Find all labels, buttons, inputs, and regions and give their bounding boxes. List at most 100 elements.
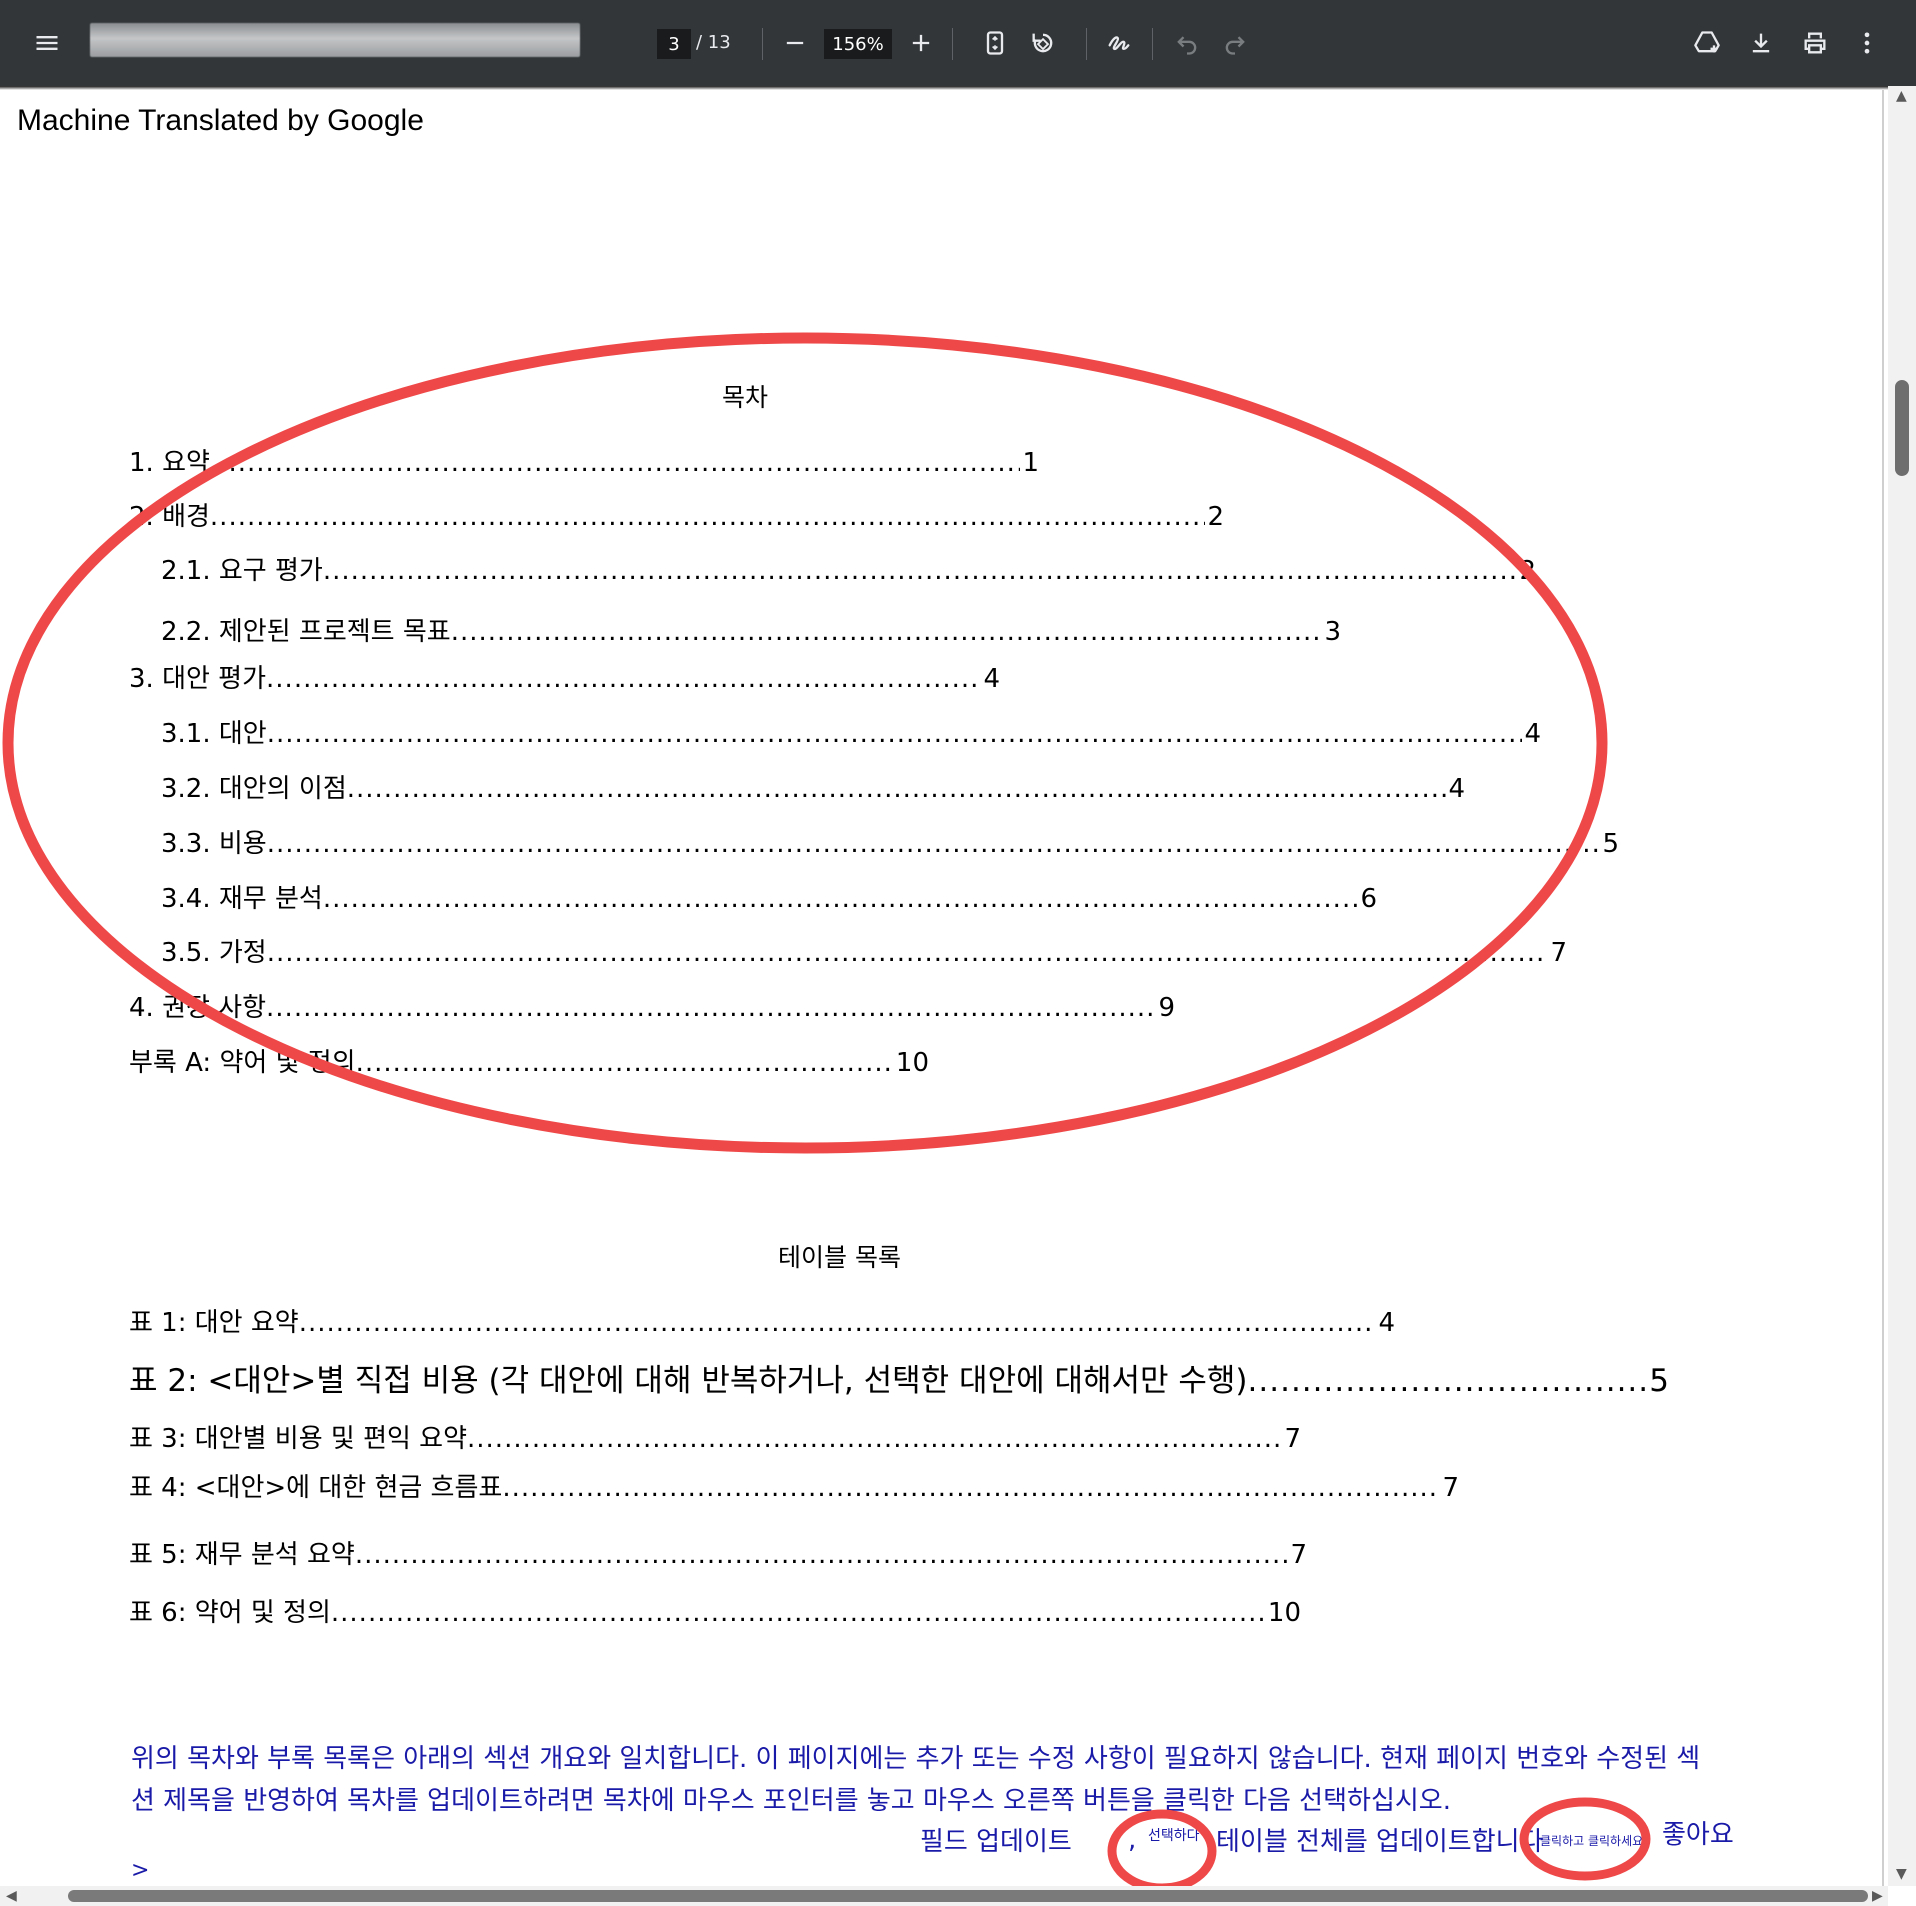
- toc-entry[interactable]: 3.5. 가정 7: [161, 932, 1567, 969]
- pen-icon[interactable]: [1098, 22, 1140, 64]
- toc-entry[interactable]: 2. 배경 2: [129, 496, 1224, 533]
- toc-entry-page: 7: [1550, 938, 1567, 968]
- toc-entry-label: 2.1. 요구 평가: [161, 556, 323, 586]
- table-entry-page: 5: [1649, 1363, 1669, 1399]
- ok-text: 좋아요: [1662, 1820, 1734, 1850]
- toc-entry[interactable]: 2.2. 제안된 프로젝트 목표 3: [161, 611, 1341, 648]
- toc-entry[interactable]: 3.2. 대안의 이점 4: [161, 768, 1465, 805]
- table-entry-page: 7: [1284, 1424, 1301, 1454]
- more-vert-icon[interactable]: [1846, 22, 1888, 64]
- toc-leader: [451, 617, 1323, 647]
- menu-icon[interactable]: [26, 22, 68, 64]
- toc-entry-label: 3.3. 비용: [161, 829, 267, 859]
- toc-entry-page: 10: [895, 1048, 929, 1078]
- toc-leader: [502, 1473, 1440, 1503]
- table-list-entry[interactable]: 표 3: 대안별 비용 및 편익 요약 7: [129, 1418, 1301, 1455]
- toc-entry[interactable]: 1. 요약 1: [129, 442, 1039, 479]
- rotate-icon[interactable]: [1022, 22, 1064, 64]
- toc-leader: [347, 774, 1447, 804]
- toc-entry-page: 6: [1360, 884, 1377, 914]
- toc-entry[interactable]: 4. 권장 사항 9: [129, 987, 1175, 1024]
- toc-entry-label: 3.5. 가정: [161, 938, 267, 968]
- toc-leader: [266, 993, 1156, 1023]
- toc-leader: [299, 1308, 1377, 1338]
- toc-entry-label: 2.2. 제안된 프로젝트 목표: [161, 617, 451, 647]
- toolbar-divider: [762, 28, 763, 60]
- toc-entry-label: 1. 요약: [129, 448, 210, 478]
- toc-entry[interactable]: 3.1. 대안 4: [161, 713, 1541, 750]
- table-list-entry[interactable]: 표 2: <대안>별 직접 비용 (각 대안에 대해 반복하거나, 선택한 대안…: [129, 1355, 1669, 1400]
- fit-page-icon[interactable]: [974, 22, 1016, 64]
- toolbar-divider: [1086, 28, 1087, 60]
- scroll-right-icon[interactable]: ▶: [1872, 1888, 1883, 1904]
- toc-entry-label: 부록 A: 약어 및 정의: [129, 1048, 356, 1078]
- toc-entry-label: 3.2. 대안의 이점: [161, 774, 347, 804]
- tables-title: 테이블 목록: [778, 1243, 901, 1272]
- toc-leader: [355, 1540, 1289, 1570]
- plus-icon[interactable]: [900, 22, 942, 64]
- vertical-scrollbar[interactable]: [1888, 86, 1916, 1886]
- instruction-note-line2: 션 제목을 반영하여 목차를 업데이트하려면 목차에 마우스 포인터를 놓고 마…: [131, 1786, 1451, 1816]
- toc-entry-page: 2: [1207, 502, 1224, 532]
- scroll-left-icon[interactable]: ◀: [6, 1888, 17, 1904]
- toc-leader: [267, 719, 1523, 749]
- toc-entry-page: 4: [983, 664, 1000, 694]
- toc-leader: [210, 448, 1021, 478]
- arrow-text: >: [131, 1858, 150, 1883]
- field-update-text: 필드 업데이트: [920, 1827, 1072, 1857]
- comma-text: ,: [1128, 1825, 1137, 1855]
- table-list-entry[interactable]: 표 5: 재무 분석 요약 7: [129, 1534, 1307, 1571]
- toc-leader: [266, 664, 981, 694]
- toc-leader: [267, 938, 1549, 968]
- table-list-entry[interactable]: 표 6: 약어 및 정의 10: [129, 1592, 1301, 1629]
- vertical-scroll-thumb[interactable]: [1895, 380, 1909, 476]
- toc-entry[interactable]: 3.4. 재무 분석 6: [161, 878, 1377, 915]
- table-entry-label: 표 1: 대안 요약: [129, 1308, 299, 1338]
- print-icon[interactable]: [1794, 22, 1836, 64]
- table-entry-label: 표 3: 대안별 비용 및 편익 요약: [129, 1424, 468, 1454]
- toc-leader: [323, 884, 1359, 914]
- toc-entry[interactable]: 2.1. 요구 평가 2: [161, 550, 1536, 587]
- undo-icon[interactable]: [1166, 22, 1208, 64]
- table-list-entry[interactable]: 표 4: <대안>에 대한 현금 흐름표 7: [129, 1467, 1459, 1504]
- redo-icon[interactable]: [1214, 22, 1256, 64]
- toc-entry[interactable]: 3. 대안 평가 4: [129, 658, 1000, 695]
- select-small-text: 선택하다: [1148, 1828, 1200, 1844]
- toc-leader: [331, 1598, 1266, 1628]
- horizontal-scroll-thumb[interactable]: [68, 1890, 1868, 1902]
- toc-entry[interactable]: 부록 A: 약어 및 정의 10: [129, 1042, 929, 1079]
- zoom-level-input[interactable]: 156%: [824, 29, 892, 59]
- toc-entry-page: 5: [1602, 829, 1619, 859]
- table-list-entry[interactable]: 표 1: 대안 요약 4: [129, 1302, 1395, 1339]
- toc-entry-page: 9: [1158, 993, 1175, 1023]
- update-table-text: 테이블 전체를 업데이트합니다: [1216, 1827, 1544, 1857]
- page-total: / 13: [696, 32, 731, 53]
- page-number-input[interactable]: 3: [657, 29, 691, 59]
- toc-entry[interactable]: 3.3. 비용 5: [161, 823, 1619, 860]
- table-entry-page: 7: [1290, 1540, 1307, 1570]
- instruction-note-line1: 위의 목차와 부록 목록은 아래의 섹션 개요와 일치합니다. 이 페이지에는 …: [131, 1744, 1701, 1774]
- toolbar-divider: [952, 28, 953, 60]
- toc-leader: [323, 556, 1518, 586]
- scroll-up-icon[interactable]: ▲: [1896, 88, 1907, 104]
- pdf-viewer[interactable]: Machine Translated by Google 목차 1. 요약 1 2…: [0, 90, 1888, 1886]
- minus-icon[interactable]: [774, 22, 816, 64]
- toc-entry-page: 3: [1324, 617, 1341, 647]
- add-to-drive-icon[interactable]: [1686, 22, 1728, 64]
- toolbar-divider: [1152, 28, 1153, 60]
- scroll-down-icon[interactable]: ▼: [1896, 1866, 1907, 1882]
- toc-entry-page: 2: [1519, 556, 1536, 586]
- toc-leader: [1248, 1363, 1648, 1399]
- toc-leader: [267, 829, 1601, 859]
- table-entry-label: 표 4: <대안>에 대한 현금 흐름표: [129, 1473, 503, 1503]
- toc-entry-page: 1: [1022, 448, 1039, 478]
- toc-entry-label: 2. 배경: [129, 502, 210, 532]
- pdf-toolbar: 3 / 13 156%: [0, 0, 1916, 86]
- document-title: [90, 23, 580, 57]
- toc-leader: [356, 1048, 894, 1078]
- toc-entry-label: 3. 대안 평가: [129, 664, 267, 694]
- toc-entry-label: 3.1. 대안: [161, 719, 267, 749]
- table-entry-label: 표 2: <대안>별 직접 비용 (각 대안에 대해 반복하거나, 선택한 대안…: [129, 1363, 1248, 1399]
- download-icon[interactable]: [1740, 22, 1782, 64]
- toc-title: 목차: [722, 383, 769, 412]
